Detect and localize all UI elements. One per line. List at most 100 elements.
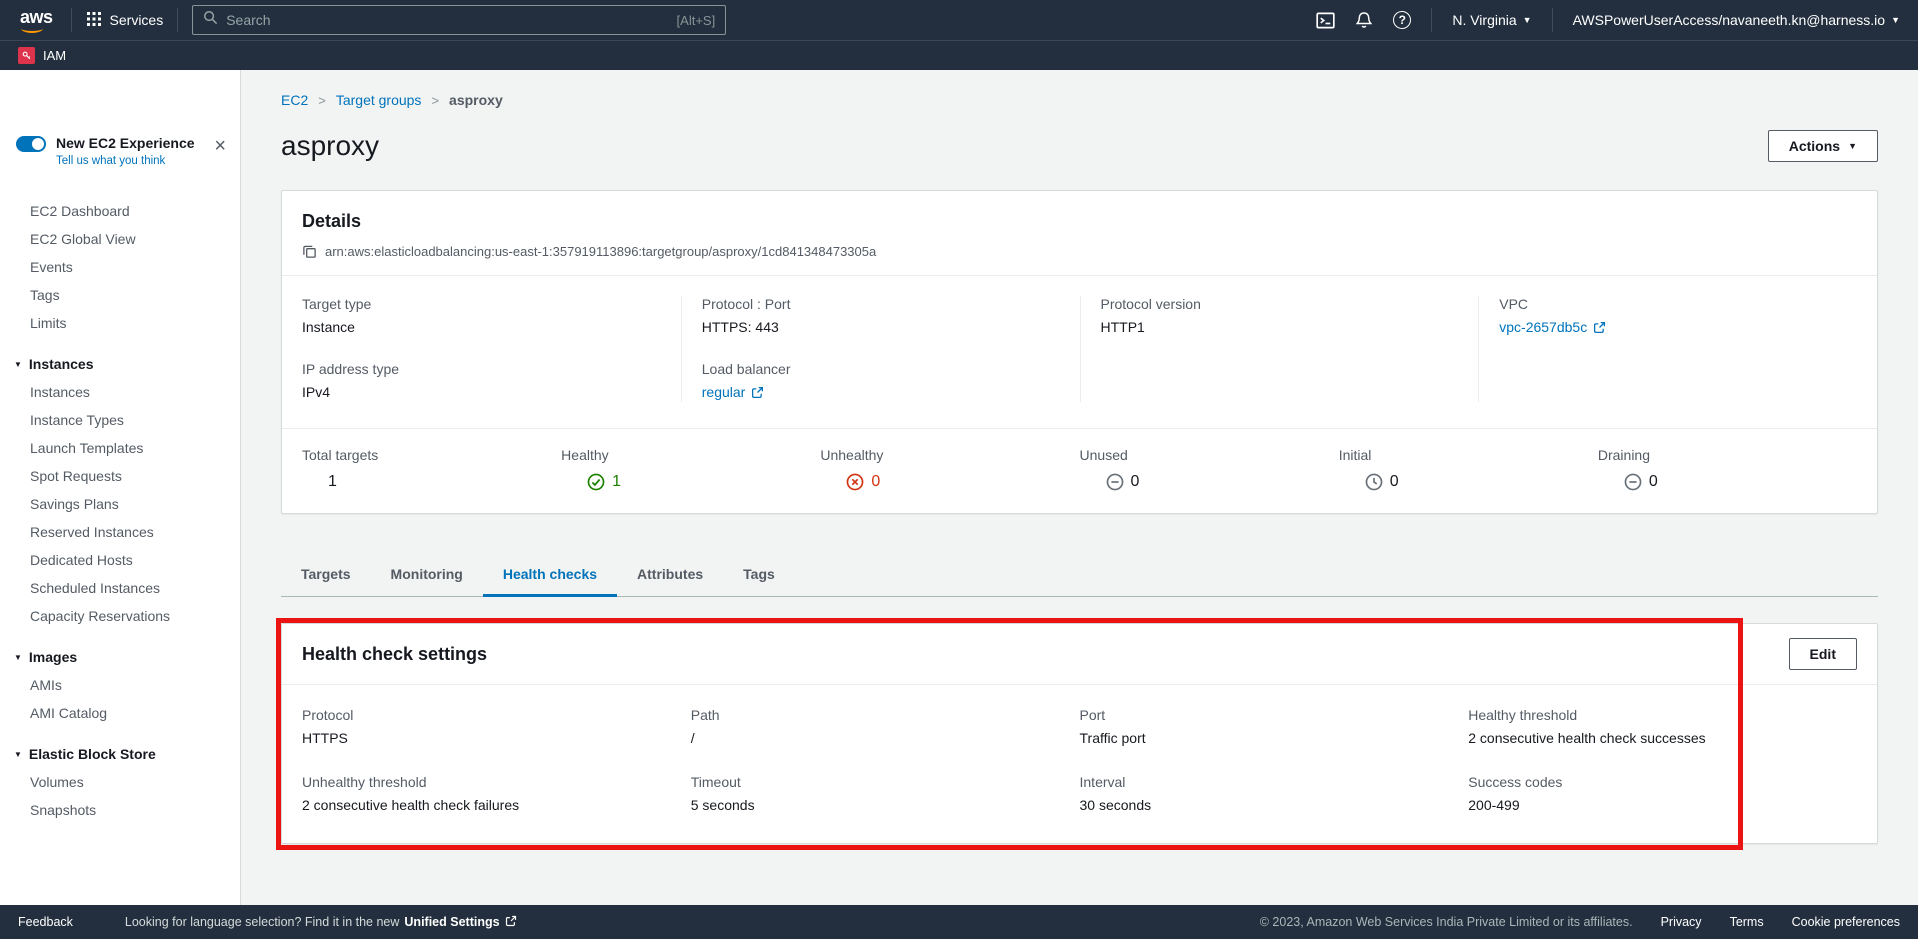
app-grid-icon <box>86 11 102 30</box>
sidebar-section-elastic-block-store[interactable]: ▼Elastic Block Store <box>0 740 240 768</box>
sidebar-item-instance-types[interactable]: Instance Types <box>0 406 240 434</box>
breadcrumb-separator: > <box>318 93 326 108</box>
new-experience-toggle[interactable] <box>16 136 46 152</box>
actions-button[interactable]: Actions▼ <box>1768 130 1878 162</box>
breadcrumb-ec2[interactable]: EC2 <box>281 92 308 108</box>
sidebar-nav: EC2 Dashboard EC2 Global View Events Tag… <box>0 197 240 824</box>
details-grid: Target type Instance IP address type IPv… <box>282 275 1877 428</box>
chevron-down-icon: ▼ <box>14 750 22 759</box>
tab-tags[interactable]: Tags <box>723 554 795 597</box>
close-icon[interactable]: × <box>214 136 226 156</box>
sidebar-item-tags[interactable]: Tags <box>0 281 240 309</box>
vpc-link[interactable]: vpc-2657db5c <box>1499 319 1606 335</box>
language-selection-text: Looking for language selection? Find it … <box>125 915 400 929</box>
tab-monitoring[interactable]: Monitoring <box>371 554 483 597</box>
unified-settings-link[interactable]: Unified Settings <box>404 915 516 930</box>
edit-button[interactable]: Edit <box>1789 638 1857 670</box>
sidebar-item-spot-requests[interactable]: Spot Requests <box>0 462 240 490</box>
load-balancer-link[interactable]: regular <box>702 384 765 400</box>
copy-icon[interactable] <box>302 244 317 259</box>
privacy-link[interactable]: Privacy <box>1661 915 1702 929</box>
chevron-down-icon: ▼ <box>1891 15 1900 25</box>
field-protocol: Protocol HTTPS <box>302 707 691 746</box>
divider <box>71 8 72 32</box>
details-card: Details arn:aws:elasticloadbalancing:us-… <box>281 190 1878 514</box>
sidebar-item-savings-plans[interactable]: Savings Plans <box>0 490 240 518</box>
stat-healthy: Healthy 1 <box>561 447 820 491</box>
chevron-down-icon: ▼ <box>14 653 22 662</box>
top-navigation: aws Services [Alt+S] ? N. Virginia▼ AWSP… <box>0 0 1918 40</box>
new-experience-feedback-link[interactable]: Tell us what you think <box>56 155 204 167</box>
field-success-codes: Success codes 200-499 <box>1468 774 1857 813</box>
tab-attributes[interactable]: Attributes <box>617 554 723 597</box>
tab-targets[interactable]: Targets <box>281 554 371 597</box>
sidebar-section-images[interactable]: ▼Images <box>0 643 240 671</box>
divider <box>1552 8 1553 32</box>
sidebar-item-dedicated-hosts[interactable]: Dedicated Hosts <box>0 546 240 574</box>
region-selector[interactable]: N. Virginia▼ <box>1452 12 1531 28</box>
field-port: Port Traffic port <box>1080 707 1469 746</box>
divider <box>1431 8 1432 32</box>
field-protocol-port: Protocol : Port HTTPS: 443 <box>702 296 1060 335</box>
field-timeout: Timeout 5 seconds <box>691 774 1080 813</box>
ec2-sidebar: New EC2 Experience Tell us what you thin… <box>0 70 241 905</box>
target-group-tabs: Targets Monitoring Health checks Attribu… <box>281 554 1878 597</box>
terms-link[interactable]: Terms <box>1730 915 1764 929</box>
account-menu[interactable]: AWSPowerUserAccess/navaneeth.kn@harness.… <box>1573 12 1900 28</box>
new-experience-title: New EC2 Experience <box>56 134 204 152</box>
aws-logo-smile <box>21 24 43 33</box>
page-title: asproxy <box>281 130 379 162</box>
sidebar-item-snapshots[interactable]: Snapshots <box>0 796 240 824</box>
notifications-bell-icon[interactable] <box>1355 11 1373 29</box>
tab-health-checks[interactable]: Health checks <box>483 554 617 597</box>
cookie-preferences-link[interactable]: Cookie preferences <box>1792 915 1900 929</box>
stat-unused: Unused 0 <box>1080 447 1339 491</box>
favorites-bar: IAM <box>0 40 1918 70</box>
stat-draining: Draining 0 <box>1598 447 1857 491</box>
breadcrumb-current: asproxy <box>449 92 503 108</box>
target-group-arn: arn:aws:elasticloadbalancing:us-east-1:3… <box>325 244 876 259</box>
field-target-type: Target type Instance <box>302 296 661 335</box>
sidebar-section-instances[interactable]: ▼Instances <box>0 350 240 378</box>
breadcrumb-target-groups[interactable]: Target groups <box>336 92 422 108</box>
field-healthy-threshold: Healthy threshold 2 consecutive health c… <box>1468 707 1857 746</box>
aws-logo[interactable]: aws <box>18 7 57 34</box>
cloudshell-icon[interactable] <box>1316 11 1335 30</box>
main-content: EC2 > Target groups > asproxy asproxy Ac… <box>241 70 1918 905</box>
global-search[interactable]: [Alt+S] <box>192 5 726 35</box>
health-check-settings-heading: Health check settings <box>302 644 487 665</box>
field-ip-address-type: IP address type IPv4 <box>302 361 661 400</box>
sidebar-item-ec2-dashboard[interactable]: EC2 Dashboard <box>0 197 240 225</box>
field-unhealthy-threshold: Unhealthy threshold 2 consecutive health… <box>302 774 691 813</box>
sidebar-item-amis[interactable]: AMIs <box>0 671 240 699</box>
stat-total-targets: Total targets 1 <box>302 447 561 491</box>
target-health-summary: Total targets 1 Healthy 1 Unhealthy 0 Un… <box>282 428 1877 513</box>
sidebar-item-events[interactable]: Events <box>0 253 240 281</box>
check-circle-icon <box>587 473 605 491</box>
sidebar-item-scheduled-instances[interactable]: Scheduled Instances <box>0 574 240 602</box>
favorites-iam-link[interactable]: IAM <box>43 48 66 63</box>
search-icon <box>203 10 218 30</box>
details-heading: Details <box>302 211 1857 232</box>
sidebar-item-ec2-global-view[interactable]: EC2 Global View <box>0 225 240 253</box>
sidebar-item-ami-catalog[interactable]: AMI Catalog <box>0 699 240 727</box>
services-menu-button[interactable]: Services <box>86 11 164 30</box>
field-protocol-version: Protocol version HTTP1 <box>1101 296 1459 335</box>
sidebar-item-limits[interactable]: Limits <box>0 309 240 337</box>
sidebar-item-reserved-instances[interactable]: Reserved Instances <box>0 518 240 546</box>
sidebar-item-capacity-reservations[interactable]: Capacity Reservations <box>0 602 240 630</box>
breadcrumb: EC2 > Target groups > asproxy <box>281 92 1878 108</box>
health-check-settings-grid: Protocol HTTPS Path / Port Traffic port … <box>282 685 1877 843</box>
sidebar-item-launch-templates[interactable]: Launch Templates <box>0 434 240 462</box>
search-input[interactable] <box>226 12 668 28</box>
breadcrumb-separator: > <box>431 93 439 108</box>
clock-icon <box>1365 473 1383 491</box>
feedback-link[interactable]: Feedback <box>18 915 73 929</box>
field-load-balancer: Load balancer regular <box>702 361 1060 402</box>
sidebar-item-volumes[interactable]: Volumes <box>0 768 240 796</box>
chevron-down-icon: ▼ <box>1848 141 1857 151</box>
health-check-settings-card: Health check settings Edit Protocol HTTP… <box>281 623 1878 844</box>
sidebar-item-instances[interactable]: Instances <box>0 378 240 406</box>
help-icon[interactable]: ? <box>1393 11 1411 29</box>
external-link-icon <box>505 915 517 930</box>
